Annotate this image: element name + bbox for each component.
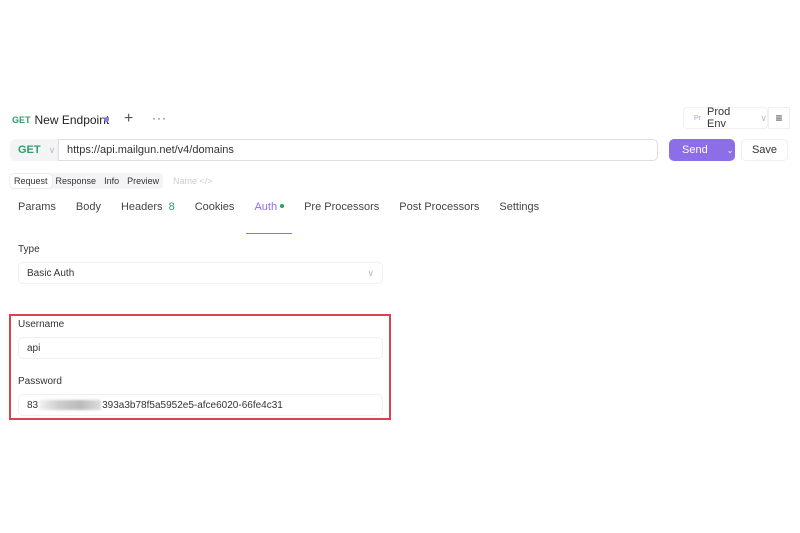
save-button[interactable]: Save: [741, 139, 788, 161]
type-label: Type: [18, 244, 40, 255]
segment-response[interactable]: Response: [52, 174, 101, 188]
environment-select[interactable]: Pr Prod Env ∨: [683, 106, 768, 130]
tab-title: New Endpoint: [34, 113, 110, 127]
tab-body[interactable]: Body: [76, 201, 101, 220]
url-input[interactable]: https://api.mailgun.net/v4/domains: [58, 139, 658, 161]
auth-type-select[interactable]: Basic Auth ∨: [18, 262, 383, 284]
unsaved-dot-icon: [104, 117, 109, 122]
name-input[interactable]: Name </>: [173, 176, 213, 186]
chevron-down-icon: ∨: [760, 112, 767, 123]
segment-request[interactable]: Request: [10, 174, 52, 188]
status-dot-icon: [280, 204, 285, 208]
method-value: GET: [18, 144, 41, 156]
chevron-down-icon: ∨: [367, 267, 374, 278]
auth-type-value: Basic Auth: [27, 267, 75, 279]
password-prefix: 83: [27, 399, 39, 411]
password-input[interactable]: 83 393a3b78f5a5952e5-afce6020-66fe4c31: [18, 394, 383, 416]
tab-pre-processors[interactable]: Pre Processors: [304, 201, 379, 220]
env-abbr: Pr: [694, 114, 701, 122]
send-label: Send: [682, 144, 708, 156]
segment-info[interactable]: Info: [100, 174, 123, 188]
tab-post-processors[interactable]: Post Processors: [399, 201, 479, 220]
redaction-blur: [39, 400, 102, 410]
password-label: Password: [18, 376, 62, 387]
add-tab-icon[interactable]: +: [124, 110, 133, 128]
tab-headers[interactable]: Headers 8: [121, 201, 175, 220]
send-button[interactable]: Send ⌄: [669, 139, 735, 161]
view-segments: Request Response Info Preview: [10, 173, 164, 189]
menu-icon[interactable]: ≡: [768, 107, 790, 129]
chevron-down-icon: ∨: [48, 144, 56, 155]
tab-auth[interactable]: Auth: [246, 201, 292, 234]
segment-preview[interactable]: Preview: [123, 174, 163, 188]
method-select[interactable]: GET ∨: [10, 139, 58, 161]
headers-label: Headers: [120, 201, 163, 213]
auth-label: Auth: [254, 201, 278, 213]
request-tabs: Params Body Headers 8 Cookies Auth Pre Pr…: [18, 201, 559, 234]
username-label: Username: [18, 319, 65, 330]
tab-cookies[interactable]: Cookies: [195, 201, 235, 220]
headers-count: 8: [168, 201, 175, 213]
password-suffix: 393a3b78f5a5952e5-afce6020-66fe4c31: [102, 399, 283, 411]
username-input[interactable]: api: [18, 337, 383, 359]
chevron-down-icon[interactable]: ⌄: [727, 146, 734, 155]
tab-method: GET: [12, 115, 31, 125]
more-icon[interactable]: ···: [152, 111, 167, 125]
env-name: Prod Env: [707, 106, 731, 130]
endpoint-tab[interactable]: GET New Endpoint: [12, 112, 109, 128]
tab-params[interactable]: Params: [18, 201, 56, 220]
tab-settings[interactable]: Settings: [499, 201, 539, 220]
